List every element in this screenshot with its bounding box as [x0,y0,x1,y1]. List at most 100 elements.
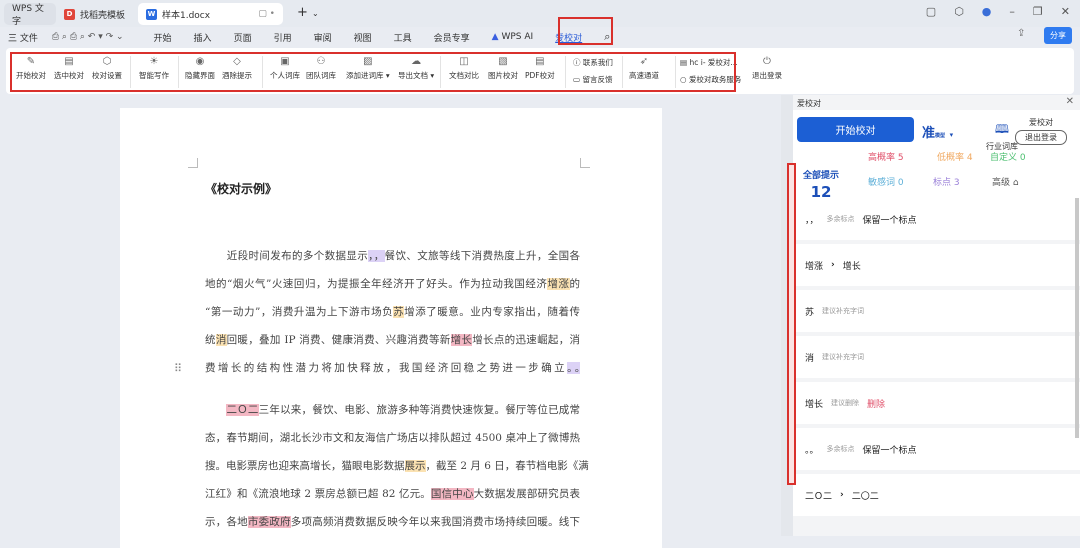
menu-item[interactable]: 工具 [394,31,412,44]
tab-label: 样本1.docx [162,10,211,21]
docer-icon: D [64,8,75,20]
error-highlight[interactable]: 二Ｏ二 [226,404,259,416]
industry-lib-button[interactable]: 🕮 行业词库 [986,120,1018,152]
wps-ai-label: WPS AI [501,32,534,42]
error-highlight[interactable]: ，， [368,250,385,262]
word-doc-icon: W [146,8,157,20]
suggestion-type: 多余标点 [826,215,855,223]
suggestion-item[interactable]: 苏建议补充字词 [793,290,1080,332]
category-filter[interactable]: 高概率 5 [868,150,904,163]
category-filter[interactable]: 低概率 4 [937,150,973,163]
panel-title: 爱校对 [797,99,821,108]
all-hints-tab[interactable]: 全部提示 12 [803,168,839,201]
doc-line: 态，春节期间，湖北长沙市文和友海信广场店以排队超过 4500 桌冲上了微博热 [205,430,580,446]
menu-item[interactable]: 开始 [154,31,172,44]
category-filter[interactable]: 敏感词 0 [868,175,904,188]
doc-line: 统消回暖，叠加 IP 消费、健康消费、兴趣消费等新增长增长点的迅速崛起，消 [205,332,580,348]
mode-dropdown[interactable]: 准模型 ▾ [922,122,953,141]
text-run: 餐饮、文旅等线下消费热度上升，全国各 [384,250,580,262]
doc-line: “第一动力”，消费升温为上下游市场负苏增添了暖意。业内专家指出，随着传 [205,304,580,320]
theme-icon[interactable]: ⬡ [954,5,964,18]
highlight-box [787,163,796,485]
suggestion-item[interactable]: ，， 多余标点 保留一个标点 [793,198,1080,240]
text-run: 态，春节期间，湖北长沙市文和友海信广场店以排队超过 4500 桌冲上了微博热 [205,432,580,444]
category-filter[interactable]: 标点 3 [933,175,960,188]
highlight-box [558,17,613,45]
original-text: 二Ｏ二 [805,491,833,502]
tab-templates[interactable]: D 找稻壳模板 [56,3,136,25]
menu-item[interactable]: 页面 [234,31,252,44]
suggestion-item[interactable]: 增长 建议删除 删除 [793,382,1080,424]
text-run: 增长点的迅速崛起，消 [472,334,581,346]
wps-ai-menu[interactable]: ▲ WPS AI [492,32,534,42]
file-menu[interactable]: 三 文件 [8,31,38,44]
suggestion-item[interactable]: 增涨 › 增长 [793,244,1080,286]
error-highlight[interactable]: 增涨 [547,278,570,290]
close-icon[interactable]: ✕ [1061,5,1070,18]
suggestion-list: ，， 多余标点 保留一个标点 增涨 › 增长苏建议补充字词消建议补充字词 增长 建议删除 删除。… [793,198,1080,520]
menu-item[interactable]: 视图 [354,31,372,44]
document-page[interactable] [120,108,662,548]
layout-icon[interactable]: ▢ [926,5,936,18]
minimize-icon[interactable]: – [1009,5,1015,18]
chevron-down-icon: ▾ [949,131,954,139]
original-text: 消 [805,353,815,364]
original-text: 增长 [805,399,824,410]
text-run: “第一动力”，消费升温为上下游市场负 [205,306,394,318]
error-highlight[interactable]: 国信中心 [430,488,474,500]
doc-line: 搜。电影票房也迎来高增长，猫眼电影数据展示，截至 2 月 6 日，春节档电影《满 [205,458,589,474]
tab-bar: WPS 文字 D 找稻壳模板 W 样本1.docx ▢ • + ⌄ ▢ ⬡ ● – ❐ ✕ [0,0,1080,27]
logout-button[interactable]: ⏻ 退出登录 [752,56,782,81]
doc-line: 费增长的结构性潜力将加快释放，我国经济回稳之势进一步确立。。 [205,360,581,376]
menu-item[interactable]: 会员专享 [434,31,470,44]
category-filter[interactable]: 自定义 0 [990,150,1026,163]
doc-line: 近段时间发布的多个数据显示，，餐饮、文旅等线下消费热度上升，全国各 [205,248,580,264]
text-run: 增添了暖意。业内专家指出，随着传 [404,306,581,318]
fix-button[interactable]: 增长 [843,259,861,272]
tab-document[interactable]: W 样本1.docx ▢ • [138,3,283,25]
suggestion-item[interactable]: 消建议补充字词 [793,336,1080,378]
tab-label: 找稻壳模板 [80,10,126,21]
restore-icon[interactable]: ❐ [1033,5,1043,18]
delete-button[interactable]: 删除 [867,397,885,410]
upload-icon[interactable]: ⇪ [1017,28,1025,39]
error-highlight[interactable]: 苏 [393,306,405,318]
new-tab-button[interactable]: + ⌄ [297,5,319,20]
error-highlight[interactable]: 。。 [567,362,581,374]
tab-wps-writer[interactable]: WPS 文字 [4,3,56,27]
text-run: 近段时间发布的多个数据显示 [205,250,369,262]
category-filter[interactable]: 高级 ⌂ [992,175,1019,188]
fix-button[interactable]: 二〇二 [852,489,879,502]
suggestion-item[interactable]: 。。 多余标点 保留一个标点 [793,428,1080,470]
menu-item[interactable]: 引用 [274,31,292,44]
menu-item[interactable]: 审阅 [314,31,332,44]
margin-corner [188,158,198,168]
text-run [205,404,226,416]
close-icon[interactable]: ✕ [1066,96,1074,107]
drag-handle-icon[interactable]: ⠿ [174,362,182,375]
start-proofread-button[interactable]: 开始校对 [797,117,914,142]
error-highlight[interactable]: 增长 [450,334,473,346]
text-run: 地的“烟火气”火速回归，为提振全年经济开了好头。作为拉动我国经济 [205,278,548,290]
suggestion-item[interactable]: 二Ｏ二 › 二〇二 [793,474,1080,516]
share-button[interactable]: 分享 [1044,27,1072,44]
quick-access-icons[interactable]: ⎙ ⌕ ⎙ ⌕ ↶ ▾ ↷ ⌄ [52,32,124,42]
book-icon: 🕮 [994,122,1010,136]
fix-button[interactable]: 保留一个标点 [863,443,917,456]
fix-button[interactable]: 保留一个标点 [863,213,917,226]
text-run: 三年以来，餐饮、电影、旅游多种等消费快速恢复。餐厅等位已成常 [258,404,581,416]
suggestion-type: 建议删除 [831,399,860,407]
panel-scrollbar[interactable] [1075,198,1079,438]
menu-item[interactable]: 插入 [194,31,212,44]
label: 开始校对 [835,126,876,137]
arrow-icon: › [831,260,835,270]
error-highlight[interactable]: 消 [215,334,227,346]
error-highlight[interactable]: 市委政府 [247,516,291,528]
doc-title: 《校对示例》 [205,182,278,196]
panel-logout-button[interactable]: 退出登录 [1015,130,1067,145]
text-run: ，截至 2 月 6 日，春节档电影《满 [425,460,589,472]
avatar[interactable]: ● [982,5,992,18]
doc-line: 江红》和《流浪地球 2 票房总额已超 82 亿元。国信中心大数据发展部研究员表 [205,486,580,502]
error-highlight[interactable]: 展示 [404,460,426,472]
original-text: 增涨 [805,261,824,272]
